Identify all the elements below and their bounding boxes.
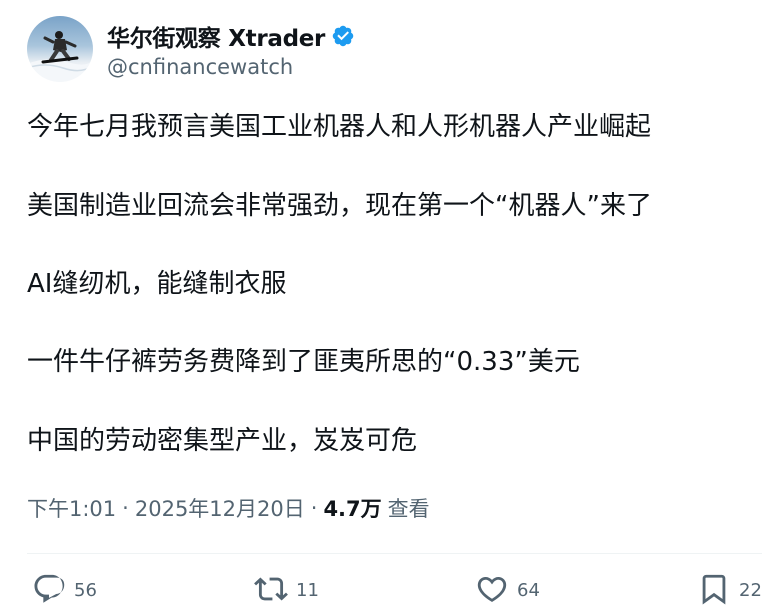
display-name[interactable]: 华尔街观察 Xtrader [107, 19, 325, 53]
reply-button[interactable]: 56 [32, 572, 97, 606]
post-paragraph: 中国的劳动密集型产业，岌岌可危 [27, 426, 418, 456]
post-meta: 下午1:01 · 2025年12月20日 · 4.7万 查看 [27, 493, 430, 523]
divider [27, 553, 762, 554]
avatar-image [27, 31, 93, 82]
post-paragraph: 今年七月我预言美国工业机器人和人形机器人产业崛起 [27, 112, 652, 142]
display-name-row: 华尔街观察 Xtrader [107, 20, 355, 52]
post-paragraph: 美国制造业回流会非常强劲，现在第一个“机器人”来了 [27, 191, 652, 221]
repost-button[interactable]: 11 [254, 572, 319, 606]
post-header: 华尔街观察 Xtrader @cnfinancewatch [27, 16, 355, 82]
author-info: 华尔街观察 Xtrader @cnfinancewatch [107, 20, 355, 79]
post-time[interactable]: 下午1:01 [27, 493, 116, 523]
action-bar: 56 11 64 22 [0, 572, 762, 605]
bookmark-icon [702, 574, 726, 605]
verified-badge-icon[interactable] [331, 24, 355, 48]
post-date[interactable]: 2025年12月20日 [135, 493, 305, 523]
like-button[interactable]: 64 [475, 572, 540, 606]
avatar[interactable] [27, 16, 93, 82]
views-label: 查看 [387, 497, 430, 521]
meta-separator: · [122, 496, 129, 520]
reply-icon [34, 574, 65, 603]
bookmark-button[interactable]: 22 [697, 572, 762, 606]
post-paragraph: 一件牛仔裤劳务费降到了匪夷所思的“0.33”美元 [27, 347, 580, 377]
author-handle[interactable]: @cnfinancewatch [107, 55, 355, 79]
heart-icon [477, 576, 507, 602]
view-count: 4.7万 [323, 497, 382, 521]
post-paragraph: AI缝纫机，能缝制衣服 [27, 269, 287, 299]
meta-separator: · [310, 496, 318, 520]
repost-icon [254, 577, 288, 601]
